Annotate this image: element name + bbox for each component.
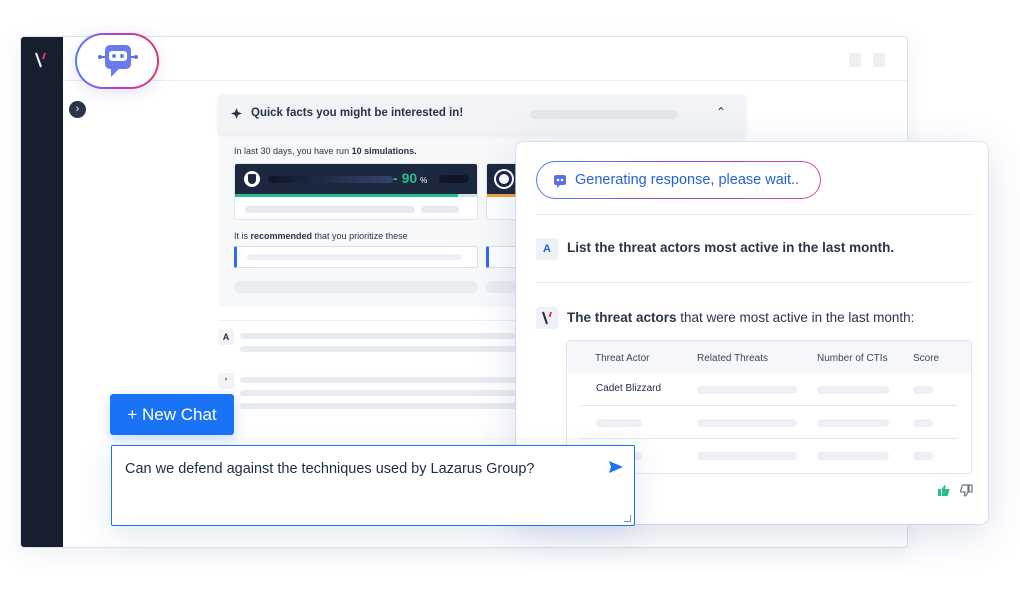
chat-history: A ʼ	[218, 320, 518, 420]
user-avatar: A	[536, 238, 558, 260]
cell-placeholder	[697, 452, 797, 460]
cell-placeholder	[913, 386, 933, 394]
summary-prefix: In last 30 days, you have run	[234, 146, 352, 156]
cell-placeholder	[817, 452, 889, 460]
quick-facts-title: Quick facts you might be interested in!	[251, 107, 464, 119]
cell-placeholder	[913, 419, 933, 427]
cell-placeholder	[596, 419, 642, 427]
expand-sidebar-button[interactable]: ›	[69, 101, 86, 118]
message-placeholder	[240, 333, 518, 339]
generating-status: Generating response, please wait..	[536, 161, 821, 199]
cell-placeholder	[697, 419, 797, 427]
stat-progress-track	[457, 194, 477, 197]
answer-rest: that were most active in the last month:	[676, 310, 915, 325]
rec-bold: recommended	[250, 231, 313, 241]
target-icon	[496, 171, 512, 187]
message-placeholder	[240, 377, 518, 383]
rec-prefix: It is	[234, 231, 251, 241]
thumbs-down-icon[interactable]	[960, 484, 973, 497]
column-header[interactable]: Score	[913, 353, 939, 364]
thumbs-up-icon[interactable]	[937, 484, 950, 497]
stat-card[interactable]: - 90%	[234, 163, 478, 220]
table-row[interactable]	[581, 439, 957, 472]
chevron-up-icon[interactable]: ⌃	[716, 105, 726, 119]
chatbot-icon	[98, 45, 138, 77]
recommendation-item[interactable]	[234, 246, 478, 268]
answer-bold: The threat actors	[567, 310, 677, 325]
threat-actor-cell: Cadet Blizzard	[596, 383, 662, 394]
stat-pill	[439, 175, 469, 183]
cell-placeholder	[817, 386, 889, 394]
message-placeholder	[240, 403, 518, 409]
table-header: Threat Actor Related Threats Number of C…	[567, 341, 971, 373]
table-row[interactable]	[581, 406, 957, 439]
brand-logo-icon	[35, 52, 46, 68]
shield-icon	[244, 171, 260, 187]
quick-facts-header[interactable]: Quick facts you might be interested in! …	[218, 95, 746, 133]
stat-placeholder	[421, 206, 459, 213]
column-header[interactable]: Related Threats	[697, 353, 768, 364]
stat-unit: %	[420, 176, 428, 185]
stat-placeholder	[245, 206, 415, 213]
stat-progress-fill	[235, 194, 458, 197]
chevron-right-icon: ›	[75, 103, 80, 115]
new-chat-button[interactable]: + New Chat	[110, 394, 234, 435]
send-icon[interactable]	[608, 460, 624, 474]
left-rail	[21, 37, 63, 547]
sparkle-icon	[231, 108, 242, 119]
chat-input[interactable]: Can we defend against the techniques use…	[111, 445, 635, 526]
summary-count: 10 simulations.	[351, 146, 417, 156]
stat-value: - 90%	[393, 170, 427, 186]
stat-card-header: - 90%	[235, 164, 477, 194]
answer-intro: The threat actors that were most active …	[567, 310, 914, 325]
cell-placeholder	[697, 386, 797, 394]
generating-text: Generating response, please wait..	[575, 172, 800, 188]
rec-suffix: that you prioritize these	[312, 231, 408, 241]
header-action-placeholder[interactable]	[873, 53, 885, 67]
recommendation-placeholder	[247, 254, 462, 260]
resize-handle[interactable]	[624, 515, 631, 522]
placeholder-bar	[234, 281, 478, 293]
cell-placeholder	[913, 452, 933, 460]
stat-number: 90	[401, 170, 418, 186]
chatbot-icon	[554, 175, 566, 188]
bot-avatar	[536, 307, 558, 329]
divider	[536, 282, 972, 283]
column-header[interactable]: Threat Actor	[595, 353, 649, 364]
quick-facts-placeholder	[530, 110, 678, 119]
stat-label-placeholder	[268, 176, 393, 183]
chat-input-value[interactable]: Can we defend against the techniques use…	[125, 461, 535, 477]
stat-delta-icon: -	[393, 170, 402, 186]
header-action-placeholder[interactable]	[849, 53, 861, 67]
simulation-summary: In last 30 days, you have run 10 simulat…	[234, 146, 417, 156]
message-placeholder	[240, 390, 518, 396]
recommendation-text: It is recommended that you prioritize th…	[234, 231, 408, 241]
divider	[536, 214, 972, 215]
stage: › Quick facts you might be interested in…	[0, 0, 1020, 593]
user-avatar: A	[218, 329, 234, 345]
column-header[interactable]: Number of CTIs	[817, 353, 888, 364]
message-placeholder	[240, 346, 518, 352]
ai-assistant-badge[interactable]	[75, 33, 159, 89]
bot-avatar: ʼ	[218, 373, 234, 389]
user-question: List the threat actors most active in th…	[567, 240, 895, 255]
brand-logo-icon	[542, 311, 552, 325]
app-header	[63, 37, 907, 81]
table-row[interactable]: Cadet Blizzard	[581, 373, 957, 406]
cell-placeholder	[817, 419, 889, 427]
